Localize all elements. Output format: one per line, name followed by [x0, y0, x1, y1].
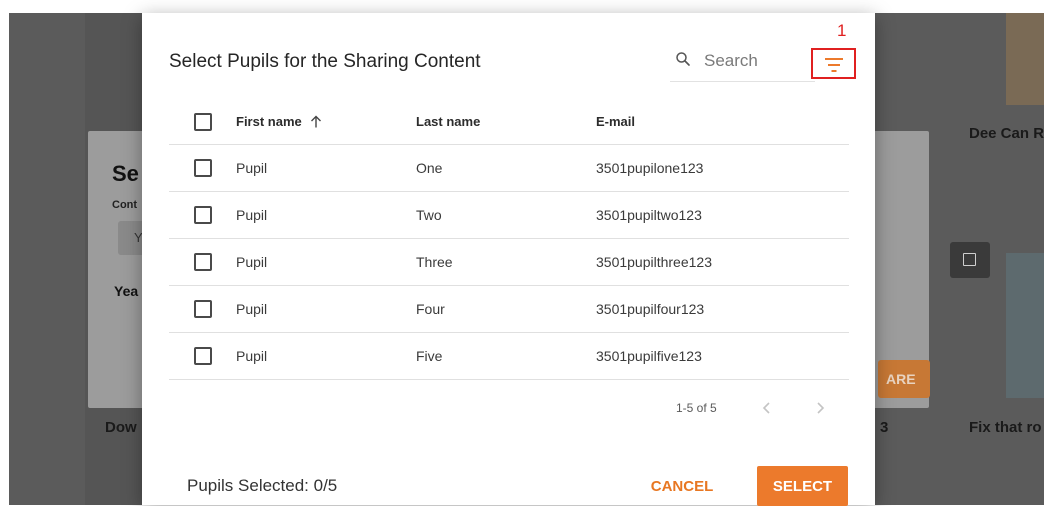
dialog-title: Select Pupils for the Sharing Content	[169, 51, 481, 72]
last-name-cell: Three	[416, 254, 453, 270]
row-checkbox[interactable]	[194, 300, 212, 318]
background-number: 3	[880, 419, 889, 436]
chevron-right-icon[interactable]	[810, 397, 830, 419]
background-share-button: ARE	[878, 360, 930, 398]
table-row[interactable]: Pupil Four 3501pupilfour123	[169, 286, 849, 333]
row-checkbox[interactable]	[194, 253, 212, 271]
email-cell: 3501pupilfive123	[596, 348, 702, 364]
last-name-cell: Four	[416, 301, 445, 317]
background-book-title: Fix that ro	[969, 419, 1042, 436]
row-checkbox[interactable]	[194, 347, 212, 365]
pagination: 1-5 of 5	[169, 393, 849, 423]
column-header-last-name[interactable]: Last name	[416, 99, 480, 144]
table-header-row: First name Last name E-mail	[169, 99, 849, 145]
last-name-cell: One	[416, 160, 443, 176]
table-row[interactable]: Pupil Five 3501pupilfive123	[169, 333, 849, 380]
annotation-label: 1	[837, 21, 847, 40]
search-icon	[676, 52, 690, 66]
pupils-table: First name Last name E-mail Pupil One 35…	[169, 99, 849, 380]
first-name-cell: Pupil	[236, 301, 268, 317]
first-name-cell: Pupil	[236, 160, 268, 176]
table-row[interactable]: Pupil One 3501pupilone123	[169, 145, 849, 192]
column-header-email[interactable]: E-mail	[596, 99, 635, 144]
background-checkbox	[950, 242, 990, 278]
background-dialog-label: Yea	[114, 283, 139, 299]
select-button[interactable]: SELECT	[757, 466, 848, 506]
email-cell: 3501pupiltwo123	[596, 207, 702, 223]
email-cell: 3501pupilfour123	[596, 301, 705, 317]
background-dialog-label: Cont	[112, 199, 138, 211]
pupils-selected-count: Pupils Selected: 0/5	[187, 476, 338, 495]
email-cell: 3501pupilone123	[596, 160, 704, 176]
background-book-cover	[1006, 253, 1044, 398]
email-cell: 3501pupilthree123	[596, 254, 712, 270]
row-checkbox[interactable]	[194, 206, 212, 224]
first-name-cell: Pupil	[236, 254, 268, 270]
column-header-label: E-mail	[596, 114, 636, 129]
background-dialog-title: Se	[112, 161, 139, 186]
first-name-cell: Pupil	[236, 207, 268, 223]
cancel-button[interactable]: CANCEL	[636, 466, 728, 506]
select-all-checkbox[interactable]	[194, 112, 212, 131]
table-row[interactable]: Pupil Two 3501pupiltwo123	[169, 192, 849, 239]
first-name-cell: Pupil	[236, 348, 268, 364]
search-box	[670, 43, 815, 82]
table-row[interactable]: Pupil Three 3501pupilthree123	[169, 239, 849, 286]
column-header-label: Last name	[416, 114, 481, 129]
filter-button[interactable]	[811, 48, 856, 79]
pagination-range: 1-5 of 5	[676, 401, 717, 415]
column-header-label: First name	[236, 114, 302, 129]
arrow-up-icon	[310, 115, 321, 128]
filter-list-icon	[825, 58, 843, 72]
select-pupils-dialog: Select Pupils for the Sharing Content 1 …	[142, 13, 875, 506]
background-book-title: Dow	[105, 419, 137, 436]
last-name-cell: Two	[416, 207, 442, 223]
search-input[interactable]	[704, 50, 804, 72]
row-checkbox[interactable]	[194, 159, 212, 177]
chevron-left-icon[interactable]	[757, 397, 777, 419]
last-name-cell: Five	[416, 348, 443, 364]
background-book-cover	[1006, 13, 1044, 105]
background-book-title: Dee Can R	[969, 125, 1044, 142]
column-header-first-name[interactable]: First name	[236, 99, 322, 144]
